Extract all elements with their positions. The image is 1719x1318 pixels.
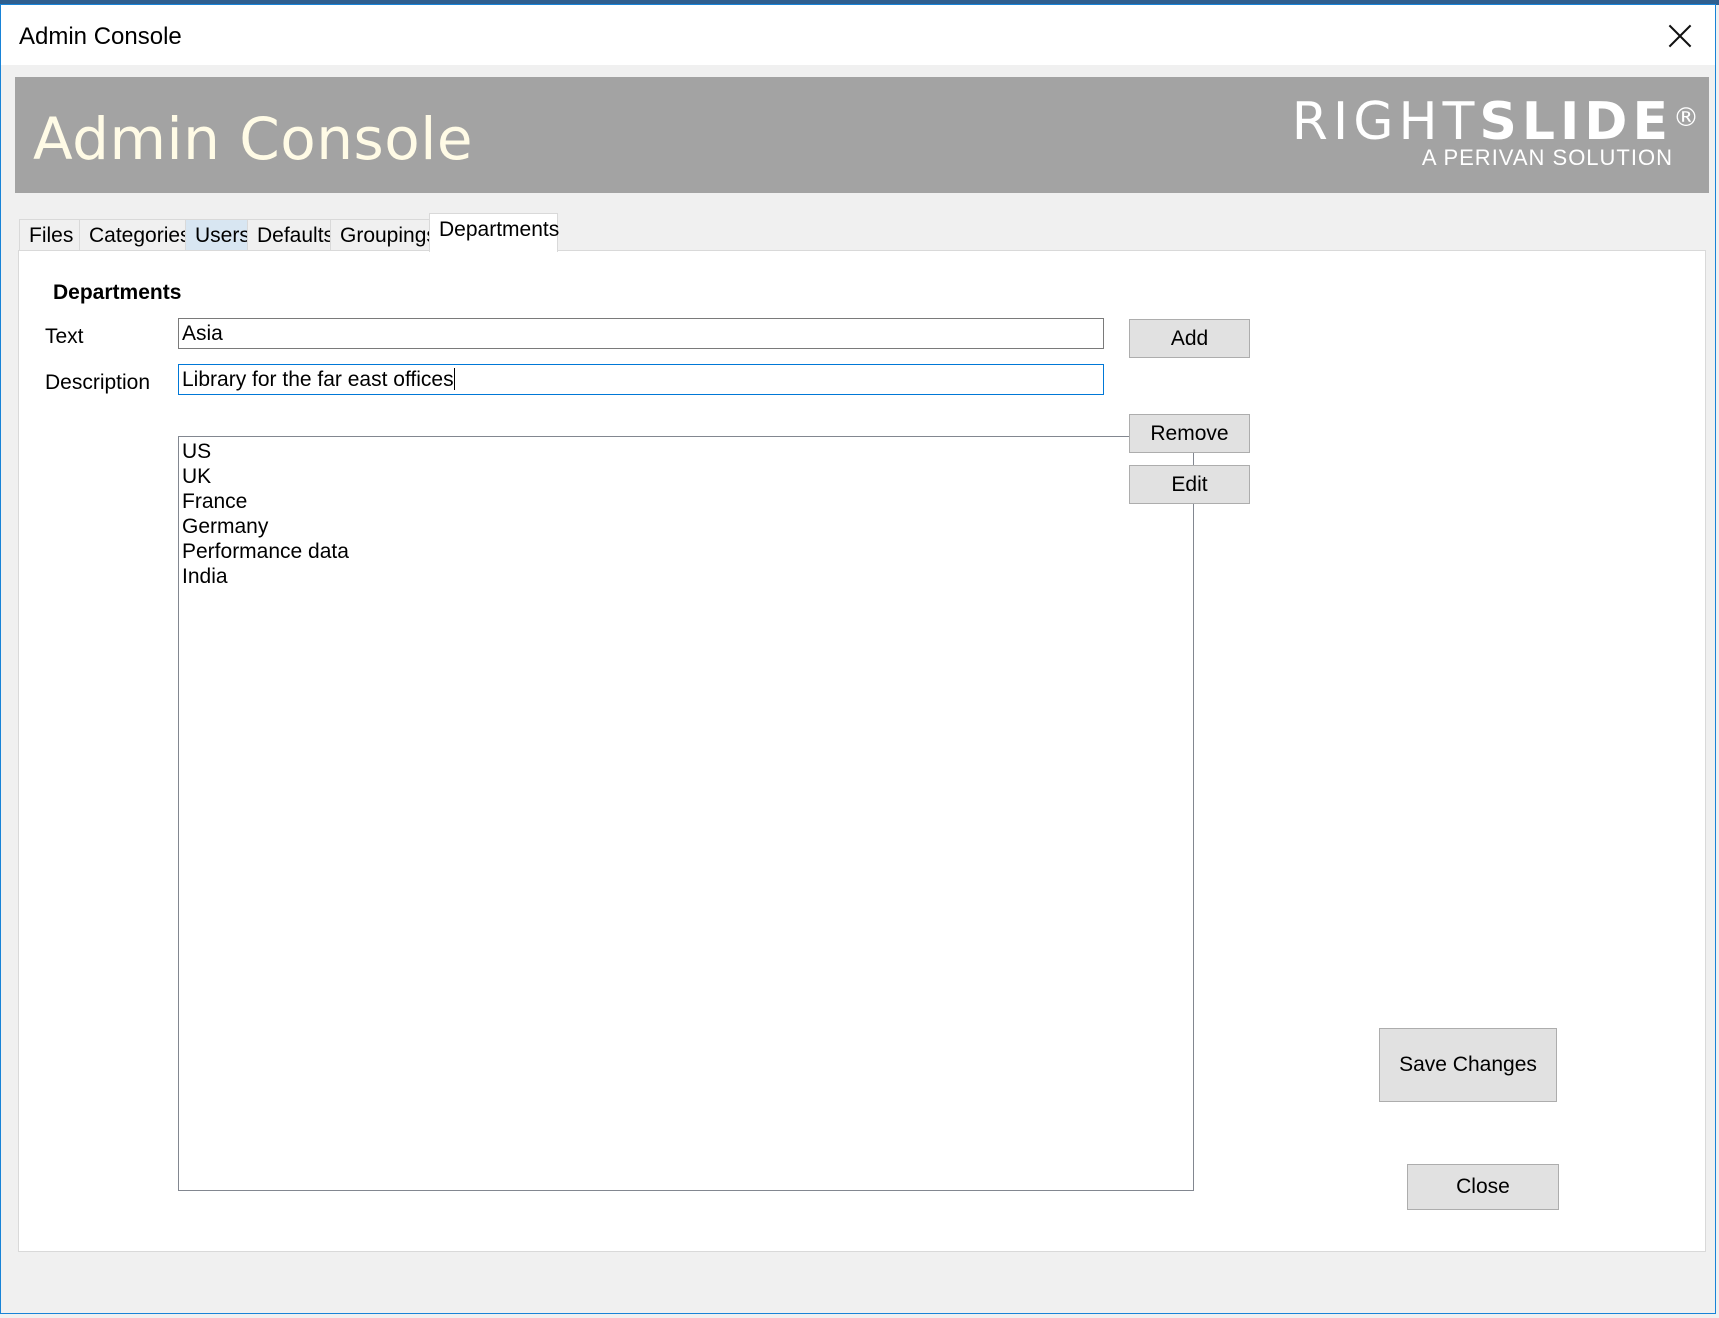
section-title: Departments: [53, 281, 182, 304]
tab-groupings[interactable]: Groupings: [330, 219, 437, 251]
remove-button[interactable]: Remove: [1129, 414, 1250, 453]
add-button[interactable]: Add: [1129, 319, 1250, 358]
text-input-value: Asia: [182, 322, 223, 345]
text-input[interactable]: Asia: [178, 318, 1104, 349]
close-button[interactable]: Close: [1407, 1164, 1559, 1210]
logo-registered-mark: ®: [1673, 103, 1699, 133]
logo-text-slide: SLIDE: [1479, 92, 1673, 152]
tab-categories[interactable]: Categories: [79, 219, 191, 251]
logo-text-right: RIGHT: [1291, 92, 1480, 152]
tab-files[interactable]: Files: [19, 219, 80, 251]
list-item[interactable]: France: [182, 489, 1190, 514]
tab-users[interactable]: Users: [185, 219, 250, 251]
tab-defaults[interactable]: Defaults: [247, 219, 334, 251]
departments-list[interactable]: US UK France Germany Performance data In…: [178, 436, 1194, 1191]
admin-console-window: Admin Console Admin Console RIGHTSLIDE® …: [0, 4, 1716, 1314]
rightslide-logo: RIGHTSLIDE® A PERIVAN SOLUTION: [1292, 95, 1699, 171]
list-item[interactable]: UK: [182, 464, 1190, 489]
header-banner: Admin Console RIGHTSLIDE® A PERIVAN SOLU…: [15, 77, 1709, 193]
edit-button[interactable]: Edit: [1129, 465, 1250, 504]
text-label: Text: [45, 325, 84, 348]
list-item[interactable]: US: [182, 439, 1190, 464]
description-label: Description: [45, 371, 151, 394]
list-item[interactable]: Germany: [182, 514, 1190, 539]
list-item[interactable]: India: [182, 564, 1190, 589]
departments-panel: Departments Text Asia Description Librar…: [18, 250, 1706, 1252]
close-window-icon[interactable]: [1663, 19, 1697, 53]
save-changes-button[interactable]: Save Changes: [1379, 1028, 1557, 1102]
text-caret: [453, 368, 455, 390]
description-input[interactable]: Library for the far east offices: [178, 364, 1104, 395]
description-input-value: Library for the far east offices: [182, 368, 454, 391]
banner-heading: Admin Console: [33, 105, 474, 173]
title-bar: Admin Console: [1, 5, 1715, 65]
list-item[interactable]: Performance data: [182, 539, 1190, 564]
tab-departments[interactable]: Departments: [429, 213, 559, 252]
window-title: Admin Console: [19, 23, 182, 50]
